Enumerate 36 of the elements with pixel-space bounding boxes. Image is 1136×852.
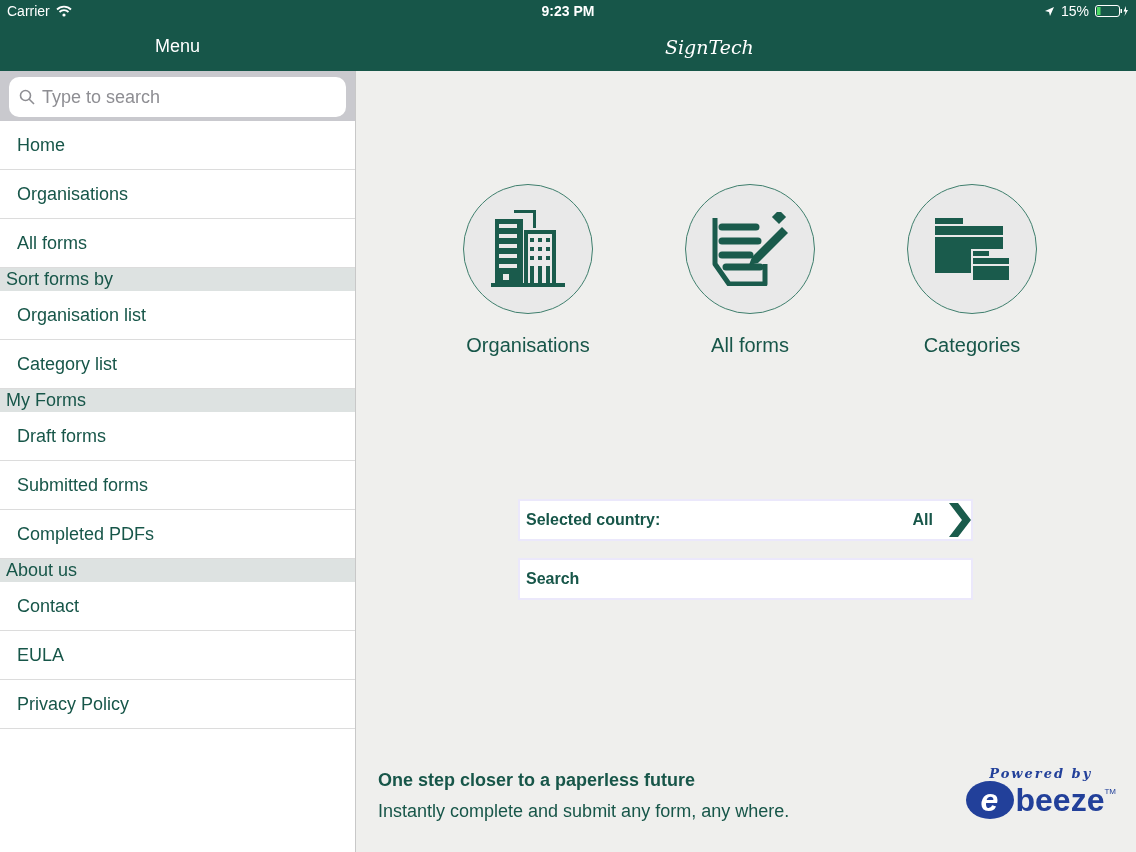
folders-icon	[935, 218, 1009, 280]
menu-item[interactable]: Home	[0, 121, 355, 170]
wifi-icon	[55, 5, 72, 17]
search-button[interactable]: Search	[518, 558, 973, 600]
country-selector[interactable]: Selected country: All	[518, 499, 973, 541]
menu-item[interactable]: Organisations	[0, 170, 355, 219]
menu-item[interactable]: Contact	[0, 582, 355, 631]
shortcut-label: All forms	[711, 334, 789, 357]
menu-item[interactable]: Privacy Policy	[0, 680, 355, 729]
buildings-icon	[491, 210, 565, 288]
section-header: Sort forms by	[0, 268, 355, 291]
battery-percent: 15%	[1060, 3, 1089, 19]
menu-item[interactable]: EULA	[0, 631, 355, 680]
app-logo-title: SignTech	[665, 35, 754, 58]
carrier-label: Carrier	[7, 3, 50, 19]
menu-title: Menu	[154, 36, 201, 57]
logo-mark: e	[965, 781, 1014, 819]
logo-text: beeze	[1015, 781, 1105, 819]
location-arrow-icon	[1043, 5, 1055, 17]
chevron-right-icon	[949, 503, 971, 537]
section-header: My Forms	[0, 389, 355, 412]
powered-by-label: Powered by	[989, 766, 1093, 781]
section-header: About us	[0, 559, 355, 582]
search-field[interactable]: Type to search	[9, 77, 346, 117]
menu-item[interactable]: Submitted forms	[0, 461, 355, 510]
battery-icon	[1095, 5, 1129, 17]
tagline-text: Instantly complete and submit any form, any where.	[378, 801, 790, 822]
shortcut-label: Categories	[923, 334, 1021, 357]
form-pencil-icon	[712, 212, 788, 286]
trademark-mark: TM	[1104, 787, 1116, 796]
menu-item[interactable]: Organisation list	[0, 291, 355, 340]
shortcut-label: Organisations	[466, 334, 590, 357]
search-icon	[19, 89, 35, 105]
menu-item[interactable]: Draft forms	[0, 412, 355, 461]
status-time: 9:23 PM	[541, 3, 595, 19]
tagline-heading: One step closer to a paperless future	[378, 770, 697, 791]
